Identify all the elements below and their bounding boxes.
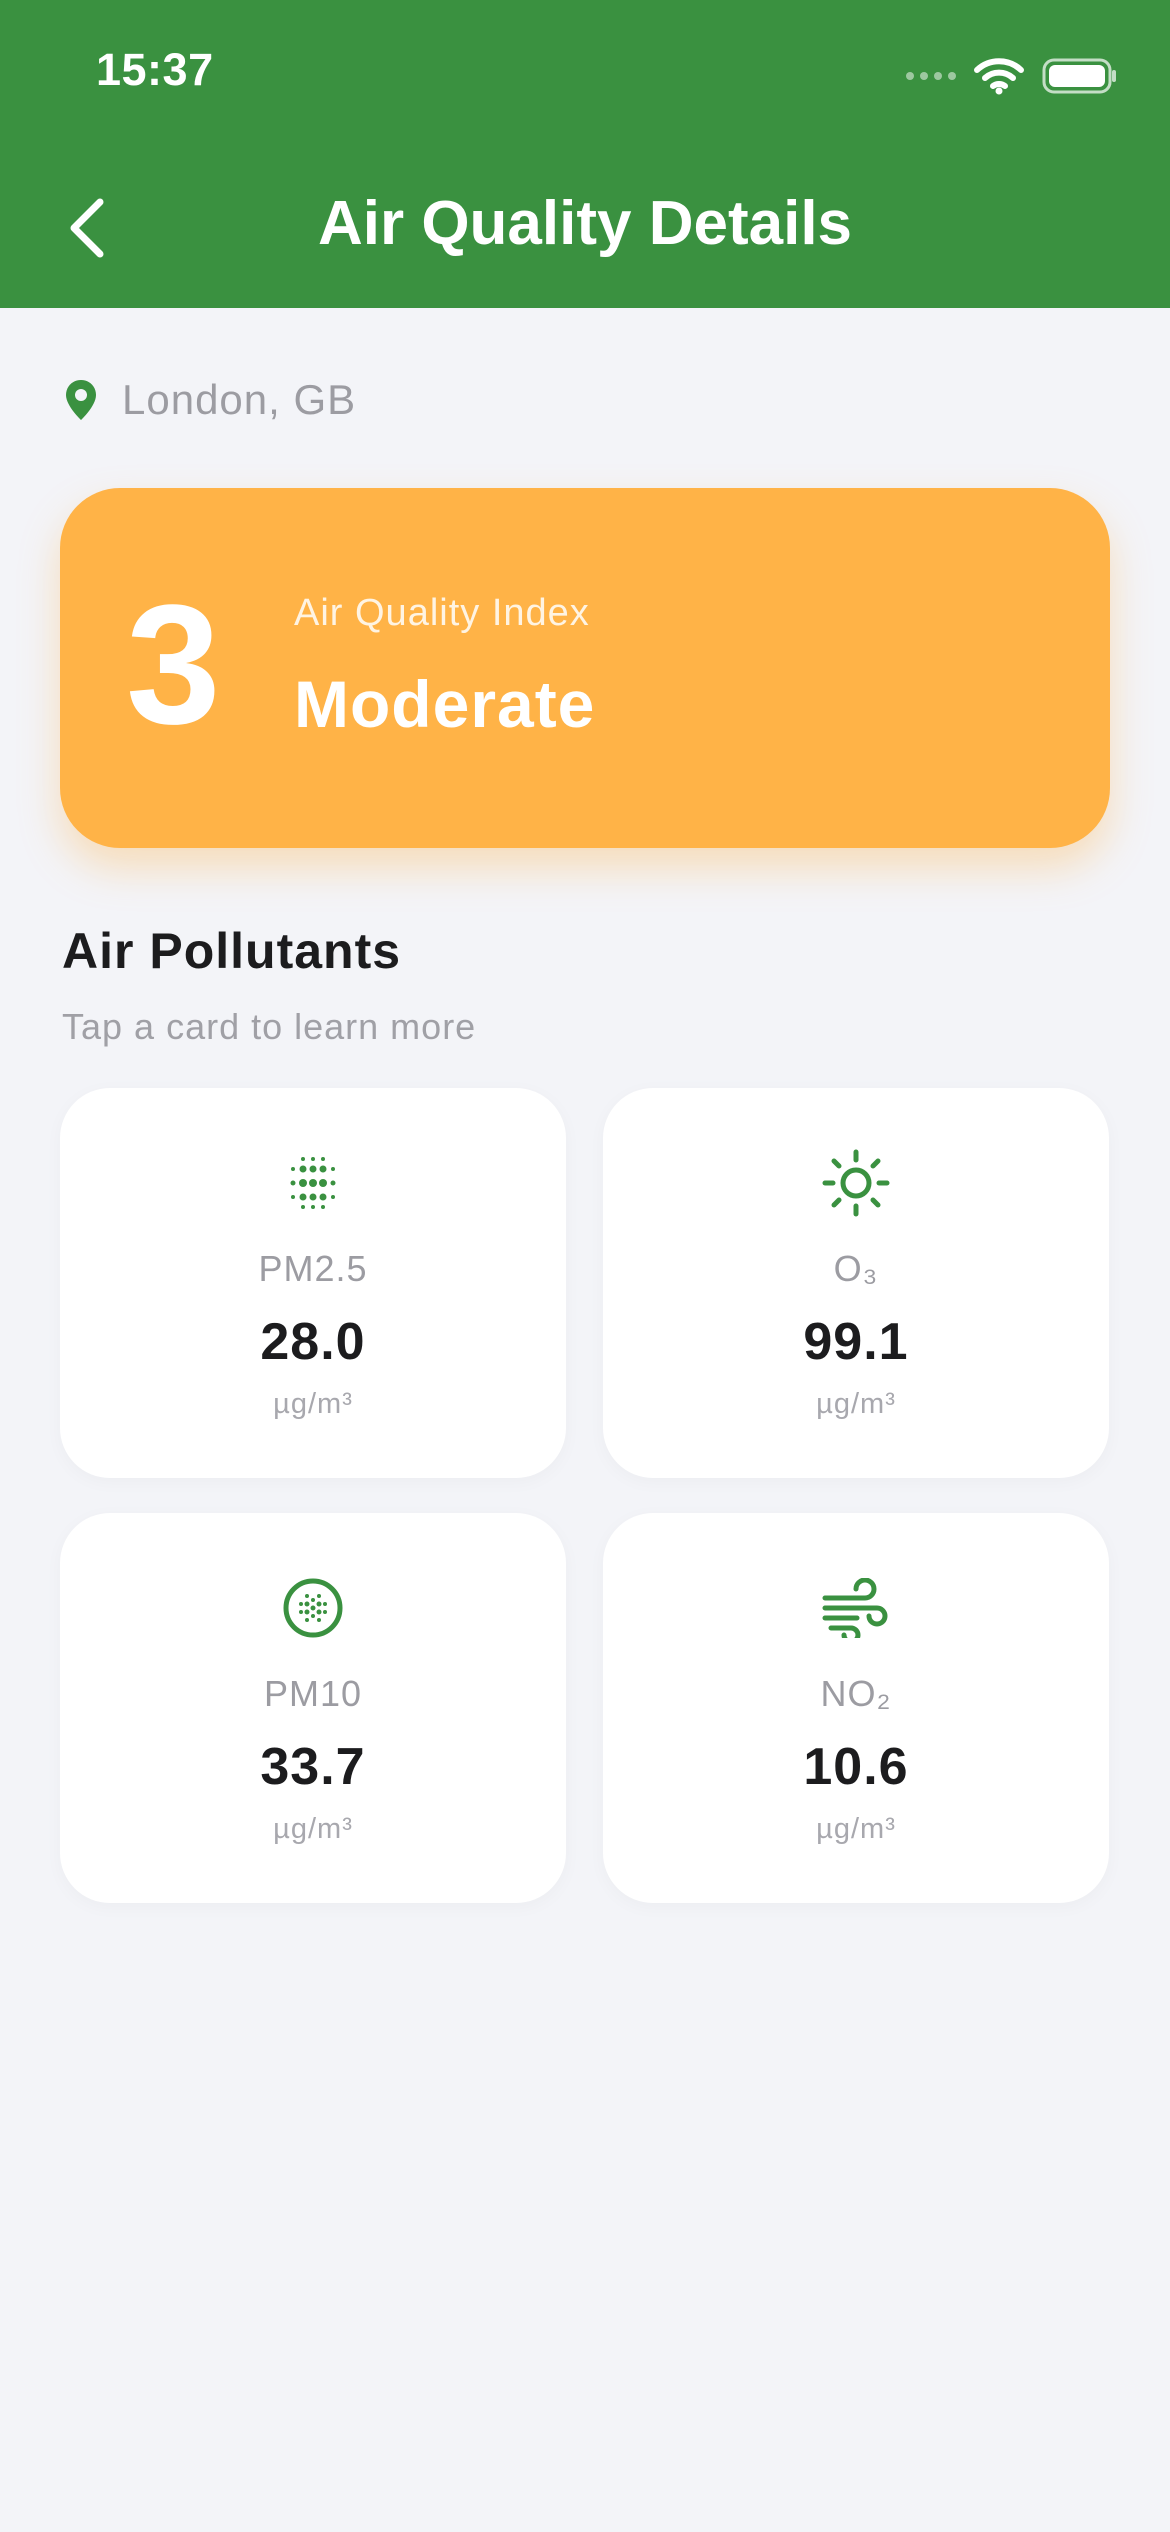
pollutant-card-pm10[interactable]: PM10 33.7 µg/m³ xyxy=(60,1513,566,1903)
pollutant-value: 10.6 xyxy=(803,1738,909,1796)
wind-icon xyxy=(603,1573,1109,1643)
pollutant-name: PM10 xyxy=(263,1673,363,1714)
wifi-icon xyxy=(974,58,1024,95)
pollutant-unit: µg/m³ xyxy=(273,1813,353,1845)
section-title: Air Pollutants xyxy=(62,923,402,979)
page-title: Air Quality Details xyxy=(317,189,853,258)
dotted-circle-icon xyxy=(60,1573,566,1643)
aqi-value: 3 xyxy=(126,570,221,760)
pollutant-name: O₃ xyxy=(833,1248,879,1289)
pollutant-card-pm25[interactable]: PM2.5 28.0 µg/m³ xyxy=(60,1088,566,1478)
status-icons xyxy=(906,54,1118,98)
dots-grid-icon xyxy=(60,1148,566,1218)
battery-icon xyxy=(1042,58,1116,94)
nav-header: 15:37 Air Quality Details xyxy=(0,0,1170,308)
pollutant-name: PM2.5 xyxy=(258,1248,368,1289)
pollutant-value: 33.7 xyxy=(260,1738,366,1796)
pollutant-unit: µg/m³ xyxy=(273,1388,353,1420)
sun-icon xyxy=(603,1148,1109,1218)
pollutant-unit: µg/m³ xyxy=(816,1813,896,1845)
status-time: 15:37 xyxy=(96,44,214,95)
pollutant-name: NO₂ xyxy=(820,1673,892,1714)
pollutant-unit: µg/m³ xyxy=(816,1388,896,1420)
pollutant-value: 28.0 xyxy=(260,1313,366,1371)
pollutant-card-o3[interactable]: O₃ 99.1 µg/m³ xyxy=(603,1088,1109,1478)
pollutant-card-no2[interactable]: NO₂ 10.6 µg/m³ xyxy=(603,1513,1109,1903)
cellular-signal-icon xyxy=(906,72,956,80)
map-pin-icon xyxy=(66,380,96,420)
location-row: London, GB xyxy=(64,372,356,428)
pollutant-value: 99.1 xyxy=(803,1313,909,1371)
aqi-status: Moderate xyxy=(294,667,596,741)
location-text: London, GB xyxy=(122,376,357,423)
aqi-label: Air Quality Index xyxy=(294,592,590,634)
section-subtitle: Tap a card to learn more xyxy=(62,1006,477,1047)
aqi-card: 3 Air Quality Index Moderate xyxy=(60,488,1110,848)
